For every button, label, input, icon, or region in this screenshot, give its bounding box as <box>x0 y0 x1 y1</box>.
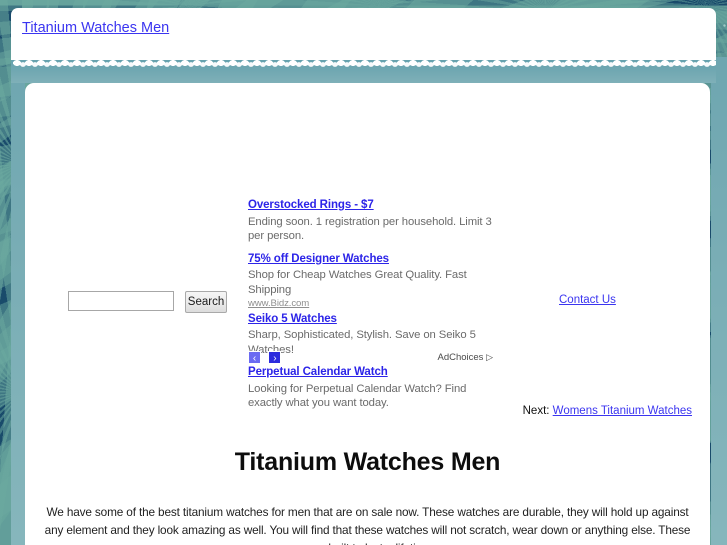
ad-description: Shop for Cheap Watches Great Quality. Fa… <box>248 269 467 296</box>
ad-prev-arrow-icon[interactable]: ‹ <box>248 351 261 364</box>
chain-pattern-row-inner <box>17 60 716 69</box>
contact-us-link[interactable]: Contact Us <box>559 294 616 306</box>
ad-unit: Overstocked Rings - $7 Ending soon. 1 re… <box>248 198 493 251</box>
decorative-chain-divider <box>11 57 716 83</box>
left-teal-strip <box>11 57 25 545</box>
ad-title-link[interactable]: Overstocked Rings - $7 <box>248 198 374 213</box>
site-title-link[interactable]: Titanium Watches Men <box>22 20 169 36</box>
main-content-card: Overstocked Rings - $7 Ending soon. 1 re… <box>25 83 710 545</box>
search-button[interactable]: Search <box>185 291 227 313</box>
ad-title-link[interactable]: Perpetual Calendar Watch <box>248 365 388 380</box>
ad-description: Looking for Perpetual Calendar Watch? Fi… <box>248 382 467 410</box>
ad-url[interactable]: www.Bidz.com <box>248 298 493 310</box>
adchoices-label: AdChoices <box>437 352 484 363</box>
ad-unit: Perpetual Calendar Watch Looking for Per… <box>248 365 493 418</box>
adchoices-triangle-icon: ▷ <box>486 352 493 362</box>
adchoices-link[interactable]: AdChoices ▷ <box>437 352 493 363</box>
ad-title-link[interactable]: 75% off Designer Watches <box>248 252 389 267</box>
ad-title-link[interactable]: Seiko 5 Watches <box>248 312 337 327</box>
ad-unit: 75% off Designer Watches Shop for Cheap … <box>248 252 493 311</box>
page-title: Titanium Watches Men <box>234 447 501 476</box>
ad-footer: ‹ › AdChoices ▷ <box>248 351 493 367</box>
search-input[interactable] <box>68 291 174 311</box>
ad-url-clipped <box>248 412 493 418</box>
next-page-row: Next: Womens Titanium Watches <box>523 405 692 417</box>
body-paragraph: We have some of the best titanium watche… <box>44 504 691 545</box>
search-form: Search <box>68 291 227 313</box>
ad-block: Overstocked Rings - $7 Ending soon. 1 re… <box>248 198 493 419</box>
ad-description: Ending soon. 1 registration per househol… <box>248 215 492 243</box>
ad-url-clipped <box>248 245 493 251</box>
next-page-link[interactable]: Womens Titanium Watches <box>553 405 692 417</box>
page-root: Titanium Watches Men Overstocked Rings -… <box>0 0 727 545</box>
right-teal-strip <box>711 57 727 545</box>
next-prefix-label: Next: <box>522 405 550 417</box>
ad-next-arrow-icon[interactable]: › <box>268 351 282 364</box>
header-card: Titanium Watches Men <box>11 8 716 57</box>
